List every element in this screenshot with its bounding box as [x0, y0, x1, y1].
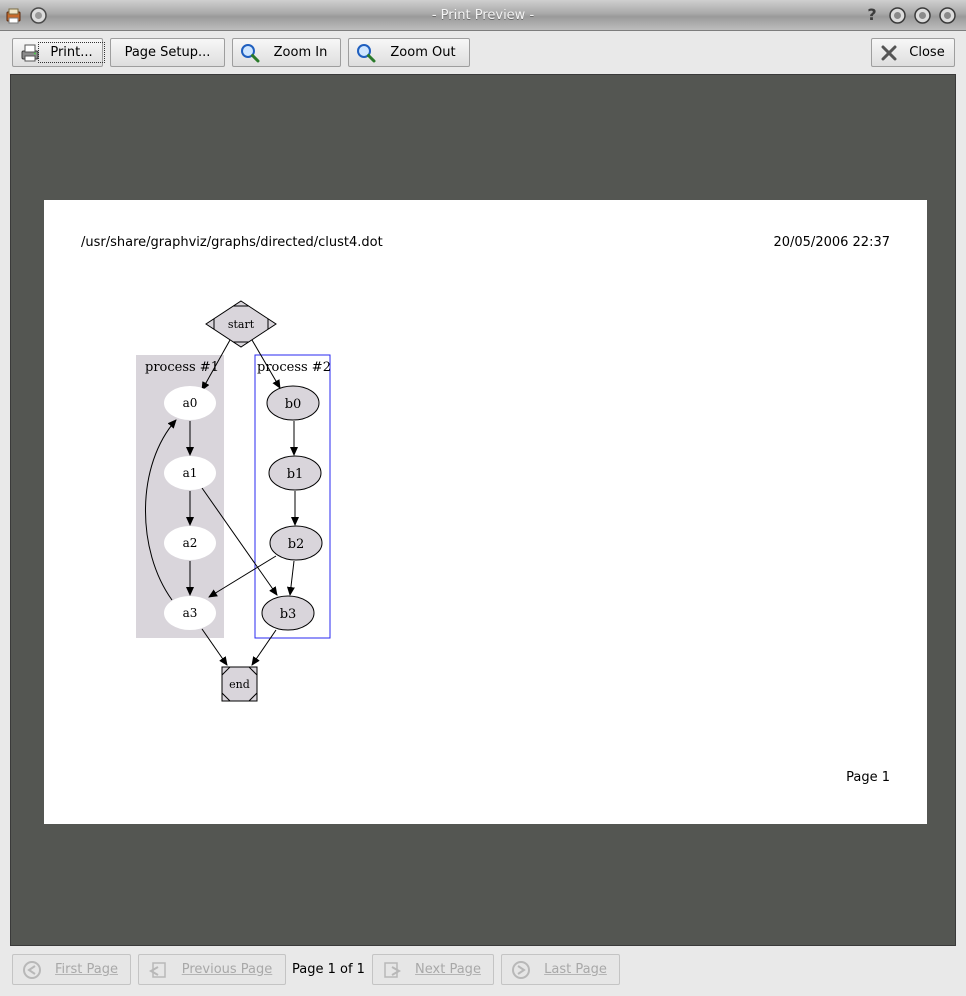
page-indicator: Page 1 of 1	[292, 962, 365, 977]
node-a0-label: a0	[183, 396, 198, 410]
zoom-in-button[interactable]: Zoom In	[232, 38, 341, 67]
zoom-in-label: Zoom In	[273, 45, 328, 60]
preview-area[interactable]: /usr/share/graphviz/graphs/directed/clus…	[10, 74, 956, 946]
edge-b2-b3	[286, 560, 295, 596]
page-setup-label: Page Setup...	[124, 45, 211, 60]
zoom-in-icon	[241, 43, 260, 62]
minimize-icon[interactable]	[889, 7, 906, 24]
node-a2: a2	[164, 526, 216, 560]
next-page-button[interactable]: Next Page	[372, 954, 494, 985]
maximize-icon[interactable]	[914, 7, 931, 24]
node-b3-label: b3	[280, 607, 297, 622]
close-label: Close	[909, 45, 945, 60]
node-start: start	[205, 300, 277, 348]
zoom-out-label: Zoom Out	[390, 45, 456, 60]
print-label: Print...	[38, 42, 105, 63]
previous-page-icon	[148, 961, 166, 978]
print-button[interactable]: Print...	[12, 38, 105, 67]
node-a0: a0	[164, 386, 216, 420]
node-a3-label: a3	[183, 606, 198, 620]
cluster-1-label: process #1	[145, 360, 219, 375]
window-titlebar[interactable]: - Print Preview - ?	[0, 0, 966, 31]
window-title: - Print Preview -	[431, 8, 535, 23]
node-a1: a1	[164, 456, 216, 490]
node-start-label: start	[228, 318, 255, 331]
close-x-icon	[881, 45, 897, 60]
last-page-icon	[512, 960, 530, 979]
first-page-label: First Page	[55, 962, 118, 977]
node-a1-label: a1	[183, 466, 198, 480]
node-end-label: end	[229, 678, 250, 691]
node-end: end	[221, 666, 258, 702]
edge-b3-end	[251, 629, 277, 666]
node-b3: b3	[261, 595, 315, 631]
graph-diagram: process #1 process #2 start a0 a1 a2 a3 …	[136, 300, 331, 702]
node-a3: a3	[164, 596, 216, 630]
previous-page-label: Previous Page	[181, 962, 273, 977]
page-navigation-bar: First Page Previous Page Page 1 of 1 Nex…	[0, 948, 966, 996]
zoom-out-icon	[357, 43, 376, 62]
first-page-icon	[23, 960, 41, 979]
node-b2: b2	[269, 525, 323, 561]
page-footer: Page 1	[846, 770, 890, 785]
close-button[interactable]: Close	[871, 38, 955, 67]
node-b0-label: b0	[285, 397, 302, 412]
node-b1: b1	[268, 455, 322, 491]
page-setup-button[interactable]: Page Setup...	[110, 38, 225, 67]
preview-page: /usr/share/graphviz/graphs/directed/clus…	[44, 200, 927, 824]
printer-icon	[21, 44, 39, 61]
toolbar: Print... Page Setup... Zoom In Zoom Out …	[0, 31, 966, 71]
next-page-icon	[384, 961, 402, 978]
node-b0: b0	[266, 385, 320, 421]
node-b1-label: b1	[287, 467, 304, 482]
next-page-label: Next Page	[415, 962, 481, 977]
last-page-label: Last Page	[544, 962, 607, 977]
help-icon[interactable]: ?	[862, 5, 882, 25]
node-b2-label: b2	[288, 537, 305, 552]
first-page-button[interactable]: First Page	[12, 954, 131, 985]
close-window-icon[interactable]	[939, 7, 956, 24]
last-page-button[interactable]: Last Page	[501, 954, 620, 985]
previous-page-button[interactable]: Previous Page	[138, 954, 286, 985]
node-a2-label: a2	[183, 536, 198, 550]
zoom-out-button[interactable]: Zoom Out	[348, 38, 470, 67]
